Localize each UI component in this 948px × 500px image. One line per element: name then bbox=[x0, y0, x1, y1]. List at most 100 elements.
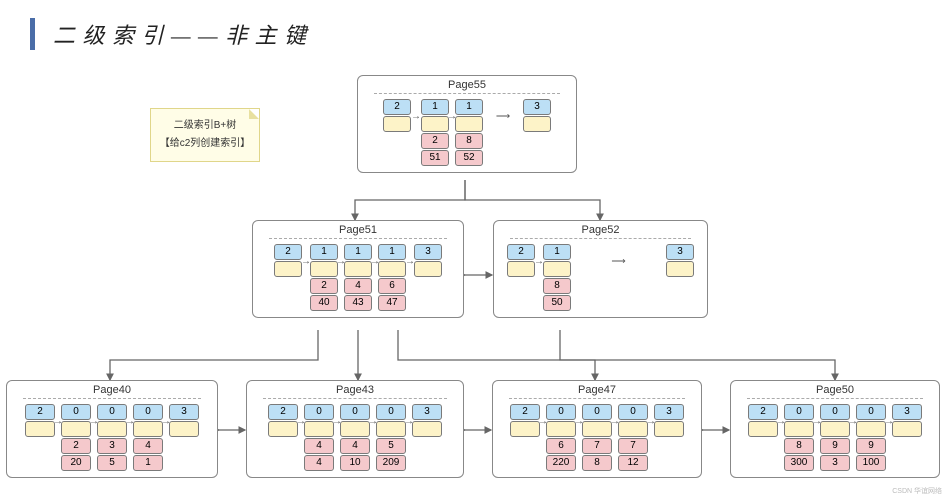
header-cell: 3 bbox=[169, 404, 199, 420]
header-cell: 3 bbox=[892, 404, 922, 420]
data-record: 0410 bbox=[340, 403, 370, 471]
ptr-cell bbox=[97, 421, 127, 437]
page-55: Page55 2 → 1 2 51 → 1 8 52 ⟶ 3 bbox=[357, 75, 577, 173]
ptr-cell bbox=[169, 421, 199, 437]
supremum-record: 3 bbox=[666, 243, 694, 277]
header-cell: 2 bbox=[25, 404, 55, 420]
entries-row: 2 → 044 → 0410 → 05209 → 3 bbox=[268, 403, 442, 471]
entries-row: 2 → 06220 → 078 → 0712 → 3 bbox=[510, 403, 684, 471]
pk-cell: 20 bbox=[61, 455, 91, 471]
ptr-cell bbox=[274, 261, 302, 277]
header-cell: 3 bbox=[666, 244, 694, 260]
supremum-record: 3 bbox=[892, 403, 922, 437]
infimum-record: 2 bbox=[383, 98, 411, 132]
ptr-cell bbox=[784, 421, 814, 437]
c2-cell: 3 bbox=[97, 438, 127, 454]
index-record: 1 2 40 bbox=[310, 243, 338, 311]
key-cell: 6 bbox=[378, 278, 406, 294]
ptr-cell bbox=[133, 421, 163, 437]
entries-row: 2 → 1 8 50 ⟶ 3 bbox=[507, 243, 694, 311]
arrow-right-icon: → bbox=[535, 245, 543, 277]
ptr-cell bbox=[892, 421, 922, 437]
header-cell: 0 bbox=[820, 404, 850, 420]
page-cell: 47 bbox=[378, 295, 406, 311]
data-record: 0 41 bbox=[133, 403, 163, 471]
page-52: Page52 2 → 1 8 50 ⟶ 3 bbox=[493, 220, 708, 318]
ptr-cell bbox=[582, 421, 612, 437]
page-cell: 40 bbox=[310, 295, 338, 311]
header-cell: 0 bbox=[133, 404, 163, 420]
header-cell: 0 bbox=[784, 404, 814, 420]
ptr-cell bbox=[25, 421, 55, 437]
divider bbox=[510, 238, 691, 239]
ptr-cell bbox=[546, 421, 576, 437]
supremum-record: 3 bbox=[169, 403, 199, 437]
c2-cell: 9 bbox=[820, 438, 850, 454]
c2-cell: 4 bbox=[304, 438, 334, 454]
arrow-right-icon: → bbox=[411, 100, 421, 132]
header-cell: 0 bbox=[856, 404, 886, 420]
header-cell: 0 bbox=[61, 404, 91, 420]
ptr-cell bbox=[856, 421, 886, 437]
header-cell: 1 bbox=[310, 244, 338, 260]
ptr-cell bbox=[666, 261, 694, 277]
entries-row: 2 → 1 2 40 → 1 4 43 → 1 6 47 bbox=[274, 243, 442, 311]
header-cell: 0 bbox=[97, 404, 127, 420]
data-record: 044 bbox=[304, 403, 334, 471]
header-cell: 2 bbox=[748, 404, 778, 420]
supremum-record: 3 bbox=[654, 403, 684, 437]
ptr-cell bbox=[383, 116, 411, 132]
divider bbox=[509, 398, 685, 399]
page-50: Page50 2 → 08300 → 093 → 09100 → 3 bbox=[730, 380, 940, 478]
header-cell: 0 bbox=[304, 404, 334, 420]
page-cell: 50 bbox=[543, 295, 571, 311]
divider bbox=[374, 93, 559, 94]
divider bbox=[23, 398, 201, 399]
divider bbox=[269, 238, 447, 239]
infimum-record: 2 bbox=[274, 243, 302, 277]
pk-cell: 1 bbox=[133, 455, 163, 471]
c2-cell: 4 bbox=[340, 438, 370, 454]
page-label: Page43 bbox=[336, 384, 374, 396]
infimum-record: 2 bbox=[507, 243, 535, 277]
c2-cell: 4 bbox=[133, 438, 163, 454]
ptr-cell bbox=[421, 116, 449, 132]
ptr-cell bbox=[510, 421, 540, 437]
key-cell: 2 bbox=[421, 133, 449, 149]
page-cell: 51 bbox=[421, 150, 449, 166]
ptr-cell bbox=[412, 421, 442, 437]
header-cell: 3 bbox=[523, 99, 551, 115]
pk-cell: 8 bbox=[582, 455, 612, 471]
header-cell: 0 bbox=[376, 404, 406, 420]
header-cell: 1 bbox=[543, 244, 571, 260]
header-cell: 0 bbox=[340, 404, 370, 420]
ptr-cell bbox=[344, 261, 372, 277]
header-cell: 0 bbox=[546, 404, 576, 420]
c2-cell: 7 bbox=[618, 438, 648, 454]
pk-cell: 220 bbox=[546, 455, 576, 471]
key-cell: 8 bbox=[455, 133, 483, 149]
page-label: Page47 bbox=[578, 384, 616, 396]
data-record: 0712 bbox=[618, 403, 648, 471]
arrow-right-icon: → bbox=[302, 245, 310, 277]
c2-cell: 9 bbox=[856, 438, 886, 454]
page-label: Page52 bbox=[582, 224, 620, 236]
supremum-record: 3 bbox=[414, 243, 442, 277]
divider bbox=[747, 398, 923, 399]
pk-cell: 12 bbox=[618, 455, 648, 471]
infimum-record: 2 bbox=[25, 403, 55, 437]
header-cell: 3 bbox=[414, 244, 442, 260]
bplus-tree-diagram: Page55 2 → 1 2 51 → 1 8 52 ⟶ 3 bbox=[0, 0, 948, 500]
data-record: 035 bbox=[97, 403, 127, 471]
divider bbox=[263, 398, 447, 399]
page-label: Page51 bbox=[339, 224, 377, 236]
header-cell: 3 bbox=[654, 404, 684, 420]
ptr-cell bbox=[507, 261, 535, 277]
header-cell: 1 bbox=[455, 99, 483, 115]
header-cell: 2 bbox=[510, 404, 540, 420]
header-cell: 2 bbox=[268, 404, 298, 420]
data-record: 0220 bbox=[61, 403, 91, 471]
ptr-cell bbox=[820, 421, 850, 437]
key-cell: 2 bbox=[310, 278, 338, 294]
header-cell: 1 bbox=[421, 99, 449, 115]
